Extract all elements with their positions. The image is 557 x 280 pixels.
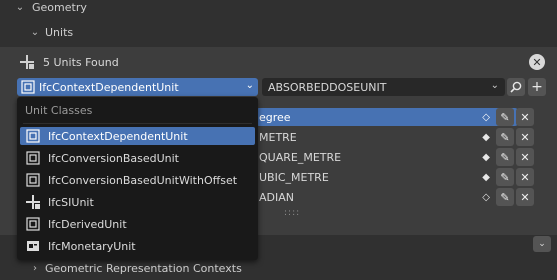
diamond-icon[interactable]: ◆ <box>482 132 490 143</box>
search-button[interactable] <box>507 78 525 96</box>
menu-divider <box>23 123 252 124</box>
close-icon: ✕ <box>520 110 530 124</box>
geometry-panel-header[interactable]: ⌄ Geometry <box>14 0 87 14</box>
close-icon: ✕ <box>520 150 530 164</box>
menu-item-ifcderivedunit[interactable]: IfcDerivedUnit <box>20 215 255 233</box>
unit-list-item[interactable]: ADIAN ◇ <box>256 188 518 206</box>
plus-icon: + <box>531 79 543 95</box>
menu-item-ifcsiunit[interactable]: IfcSIUnit <box>20 193 255 211</box>
geometry-panel-label: Geometry <box>32 0 87 14</box>
chevron-down-icon: ⌄ <box>15 1 25 13</box>
menu-item-ifcconversionbasedunitwithoffset[interactable]: IfcConversionBasedUnitWithOffset <box>20 171 255 189</box>
close-icon: ✕ <box>520 130 530 144</box>
chevron-down-icon: ⌄ <box>245 80 254 91</box>
menu-item-label: IfcDerivedUnit <box>48 217 127 231</box>
unit-list-item[interactable]: egree ◇ <box>256 108 518 126</box>
diamond-icon[interactable]: ◇ <box>482 192 490 203</box>
unit-list-item[interactable]: QUARE_METRE ◆ <box>256 148 518 166</box>
add-unit-button[interactable]: + <box>528 78 546 96</box>
unit-classes-menu: Unit Classes IfcContextDependentUnit Ifc… <box>17 97 258 260</box>
context-unit-icon <box>26 129 40 143</box>
geometric-contexts-label: Geometric Representation Contexts <box>45 261 242 275</box>
diamond-icon[interactable]: ◆ <box>482 172 490 183</box>
menu-item-label: IfcConversionBasedUnit <box>48 151 179 165</box>
search-icon <box>510 81 522 93</box>
unit-list-item[interactable]: METRE ◆ <box>256 128 518 146</box>
unit-name: QUARE_METRE <box>259 150 342 164</box>
conversion-unit-icon <box>26 151 40 165</box>
units-found-text: 5 Units Found <box>43 56 119 69</box>
chevron-down-icon: ⌄ <box>30 26 40 38</box>
pencil-icon: ✎ <box>500 110 510 124</box>
remove-unit-button[interactable]: ✕ <box>516 168 534 186</box>
pencil-icon: ✎ <box>500 150 510 164</box>
context-unit-icon <box>21 80 35 94</box>
unit-name: egree <box>259 110 291 124</box>
si-unit-icon <box>26 195 40 209</box>
pencil-icon: ✎ <box>500 170 510 184</box>
chevron-down-icon: ⌄ <box>538 239 546 249</box>
remove-unit-button[interactable]: ✕ <box>516 128 534 146</box>
menu-title: Unit Classes <box>25 104 93 117</box>
diamond-icon[interactable]: ◇ <box>482 112 490 123</box>
menu-item-ifccontextdependentunit[interactable]: IfcContextDependentUnit <box>20 127 255 145</box>
remove-unit-button[interactable]: ✕ <box>516 108 534 126</box>
edit-unit-button[interactable]: ✎ <box>496 188 514 206</box>
units-panel-header[interactable]: ⌄ Units <box>29 25 73 39</box>
geometric-contexts-panel-header[interactable]: › Geometric Representation Contexts <box>29 261 242 275</box>
chevron-down-icon: ⌄ <box>490 80 499 91</box>
list-resize-grip[interactable]: :::: <box>284 208 300 218</box>
conversion-offset-icon <box>26 173 40 187</box>
monetary-unit-icon <box>27 241 39 251</box>
unit-name: METRE <box>259 130 297 144</box>
menu-item-label: IfcMonetaryUnit <box>48 239 136 253</box>
diamond-icon[interactable]: ◆ <box>482 152 490 163</box>
unit-name: ADIAN <box>259 190 294 204</box>
menu-item-label: IfcSIUnit <box>48 195 94 209</box>
remove-unit-button[interactable]: ✕ <box>516 188 534 206</box>
unit-type-dropdown[interactable]: ABSORBEDDOSEUNIT ⌄ <box>262 78 505 96</box>
collapse-button[interactable]: ⌄ <box>533 236 551 252</box>
derived-unit-icon <box>26 217 40 231</box>
edit-unit-button[interactable]: ✎ <box>496 108 514 126</box>
edit-unit-button[interactable]: ✎ <box>496 128 514 146</box>
menu-item-label: IfcConversionBasedUnitWithOffset <box>48 173 238 187</box>
unit-list-item[interactable]: UBIC_METRE ◆ <box>256 168 518 186</box>
unit-class-selected: IfcContextDependentUnit <box>39 80 179 94</box>
unit-name: UBIC_METRE <box>259 170 329 184</box>
menu-item-ifcmonetaryunit[interactable]: IfcMonetaryUnit <box>20 237 255 255</box>
chevron-right-icon: › <box>33 262 37 274</box>
close-icon: ✕ <box>520 190 530 204</box>
units-panel-label: Units <box>45 25 74 39</box>
close-icon: ✕ <box>520 170 530 184</box>
unit-type-selected: ABSORBEDDOSEUNIT <box>268 80 387 94</box>
units-icon <box>20 55 34 69</box>
pencil-icon: ✎ <box>500 130 510 144</box>
close-icon[interactable]: ✕ <box>529 54 545 70</box>
menu-item-ifcconversionbasedunit[interactable]: IfcConversionBasedUnit <box>20 149 255 167</box>
remove-unit-button[interactable]: ✕ <box>516 148 534 166</box>
edit-unit-button[interactable]: ✎ <box>496 168 514 186</box>
menu-item-label: IfcContextDependentUnit <box>48 129 188 143</box>
unit-class-dropdown[interactable]: IfcContextDependentUnit ⌄ <box>17 78 258 96</box>
edit-unit-button[interactable]: ✎ <box>496 148 514 166</box>
pencil-icon: ✎ <box>500 190 510 204</box>
